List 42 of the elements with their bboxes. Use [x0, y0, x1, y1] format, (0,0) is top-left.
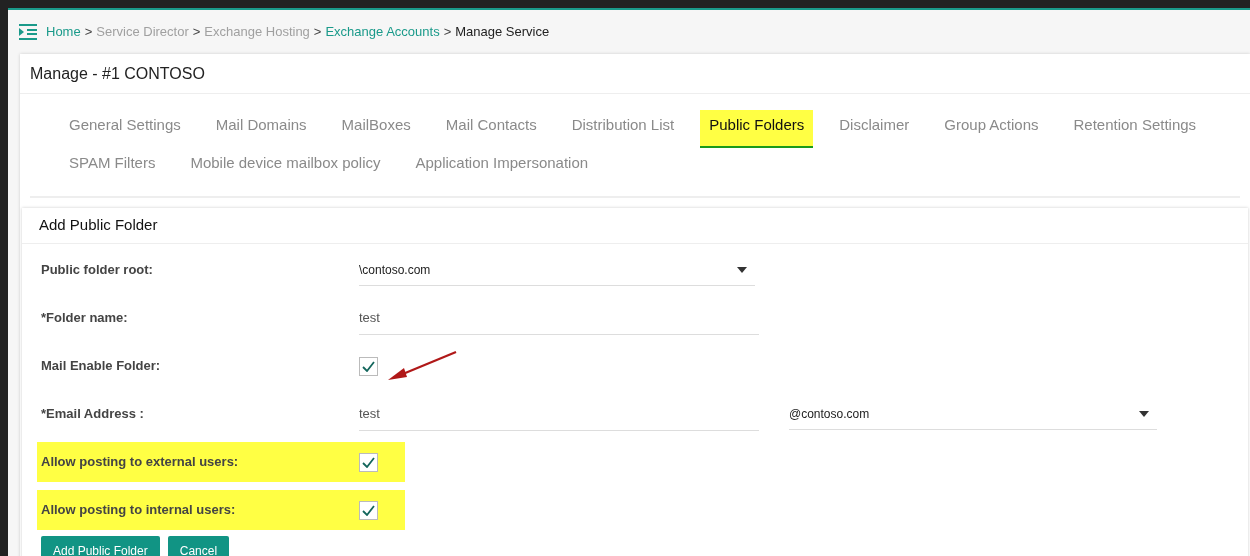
field-label: Public folder root:: [40, 261, 154, 280]
input-field[interactable]: test: [359, 397, 759, 431]
tab[interactable]: Retention Settings: [1064, 110, 1206, 142]
field-label: Mail Enable Folder:: [40, 357, 162, 376]
tab[interactable]: Group Actions: [935, 110, 1048, 142]
breadcrumb-item[interactable]: Exchange Accounts: [325, 22, 440, 42]
tab[interactable]: General Settings: [60, 110, 190, 142]
tab[interactable]: Mail Domains: [206, 110, 316, 142]
breadcrumb-item: Manage Service: [455, 23, 550, 42]
select-field[interactable]: @contoso.com: [789, 398, 1157, 430]
tab[interactable]: Application Impersonation: [406, 148, 598, 180]
checkbox[interactable]: [359, 356, 378, 376]
breadcrumb-separator: >: [313, 23, 322, 42]
add-button[interactable]: Add Public Folder: [41, 536, 160, 556]
breadcrumb-separator: >: [84, 23, 93, 42]
cancel-button[interactable]: Cancel: [167, 536, 230, 556]
tab[interactable]: Distribution List: [562, 110, 684, 142]
section-title: Add Public Folder: [22, 208, 1248, 244]
tab[interactable]: Mobile device mailbox policy: [181, 148, 390, 180]
breadcrumb-item: Exchange Hosting: [204, 23, 310, 42]
breadcrumb-separator: >: [443, 23, 452, 42]
caret-icon: [1139, 410, 1149, 417]
breadcrumb-item[interactable]: Home: [46, 22, 81, 42]
page-title: Manage - #1 CONTOSO: [20, 54, 1250, 94]
tab[interactable]: Mail Contacts: [436, 110, 546, 142]
input-field[interactable]: test: [359, 301, 759, 335]
field-label: Allow posting to internal users:: [40, 501, 237, 520]
tab[interactable]: MailBoxes: [332, 110, 420, 142]
tab[interactable]: Public Folders: [700, 110, 814, 148]
arrow-icon: [386, 350, 458, 382]
tab[interactable]: Disclaimer: [830, 110, 919, 142]
field-label: Allow posting to external users:: [40, 453, 240, 472]
breadcrumb-item: Service Director: [96, 23, 189, 42]
tab[interactable]: SPAM Filters: [60, 148, 165, 180]
caret-icon: [737, 266, 747, 273]
checkbox[interactable]: [359, 500, 378, 520]
menu-icon[interactable]: [18, 24, 38, 40]
select-field[interactable]: \contoso.com: [359, 254, 755, 286]
checkbox[interactable]: [359, 452, 378, 472]
field-label: *Email Address :: [40, 405, 145, 424]
field-label: *Folder name:: [40, 309, 129, 328]
breadcrumb-separator: >: [192, 23, 201, 42]
